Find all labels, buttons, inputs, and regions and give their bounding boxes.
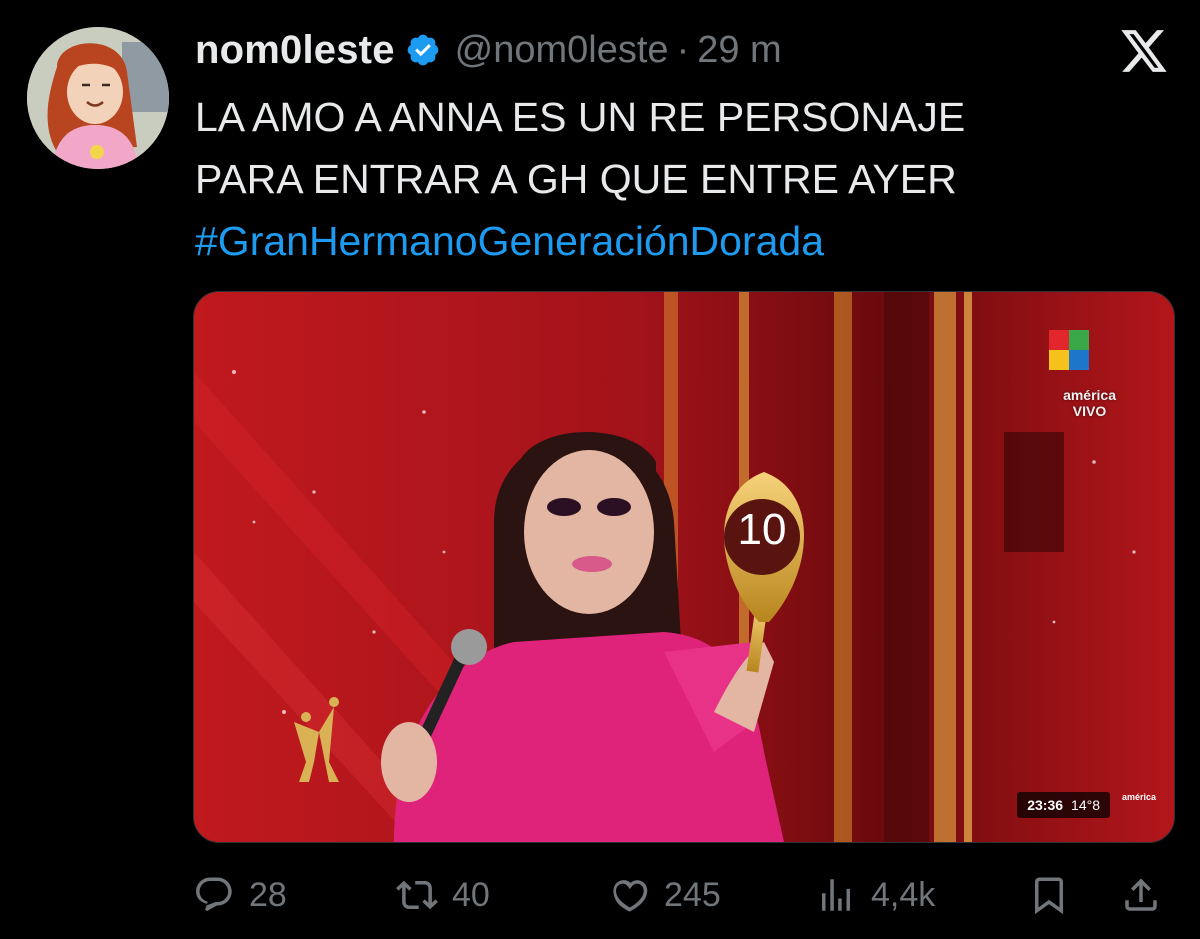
- handle[interactable]: @nom0leste: [455, 29, 669, 72]
- tweet-text: LA AMO A ANNA ES UN RE PERSONAJE PARA EN…: [195, 86, 1155, 272]
- separator-dot: ·: [676, 28, 690, 71]
- tweet-header: nom0leste @nom0leste · 29 m: [195, 26, 782, 74]
- like-button[interactable]: 245: [608, 863, 721, 927]
- channel-watermark: américa: [1121, 792, 1156, 802]
- display-name[interactable]: nom0leste: [195, 28, 395, 73]
- channel-live-label: VIVO: [1072, 403, 1107, 419]
- clock-temperature: 14°8: [1071, 797, 1100, 813]
- broadcast-clock: 23:36 14°8: [1017, 792, 1110, 818]
- reply-button[interactable]: 28: [193, 863, 287, 927]
- channel-name: américa: [1063, 387, 1116, 403]
- paddle-score: 10: [737, 505, 787, 554]
- retweet-count: 40: [452, 875, 490, 914]
- timestamp[interactable]: 29 m: [697, 29, 781, 72]
- media-image: [194, 292, 1174, 842]
- views-icon: [822, 879, 850, 911]
- reply-icon: [196, 877, 232, 912]
- x-logo-icon: [1121, 30, 1167, 72]
- action-bar: 28 40 245 4,4k: [0, 863, 1200, 927]
- tweet-text-line-1: LA AMO A ANNA ES UN RE PERSONAJE: [195, 94, 966, 140]
- channel-logo-label: américa VIVO: [1063, 387, 1116, 419]
- avatar[interactable]: [27, 27, 169, 169]
- like-count: 245: [664, 875, 721, 914]
- bookmark-icon: [1035, 877, 1063, 915]
- verified-badge-icon: [407, 34, 439, 66]
- share-icon: [1125, 878, 1157, 911]
- retweet-button[interactable]: 40: [396, 863, 490, 927]
- avatar-illustration: [27, 27, 169, 169]
- share-button[interactable]: [1120, 863, 1162, 927]
- clock-time: 23:36: [1027, 797, 1064, 813]
- retweet-icon: [396, 880, 438, 910]
- tweet-text-line-2: PARA ENTRAR A GH QUE ENTRE AYER: [195, 156, 957, 202]
- hashtag-link[interactable]: #GranHermanoGeneraciónDorada: [195, 210, 1155, 272]
- like-icon: [613, 880, 648, 912]
- tweet-media[interactable]: américa VIVO 10 23:36 14°8 américa: [193, 291, 1175, 843]
- reply-count: 28: [249, 875, 287, 914]
- views-count: 4,4k: [871, 875, 936, 914]
- bookmark-button[interactable]: [1028, 863, 1070, 927]
- views-button[interactable]: 4,4k: [815, 863, 935, 927]
